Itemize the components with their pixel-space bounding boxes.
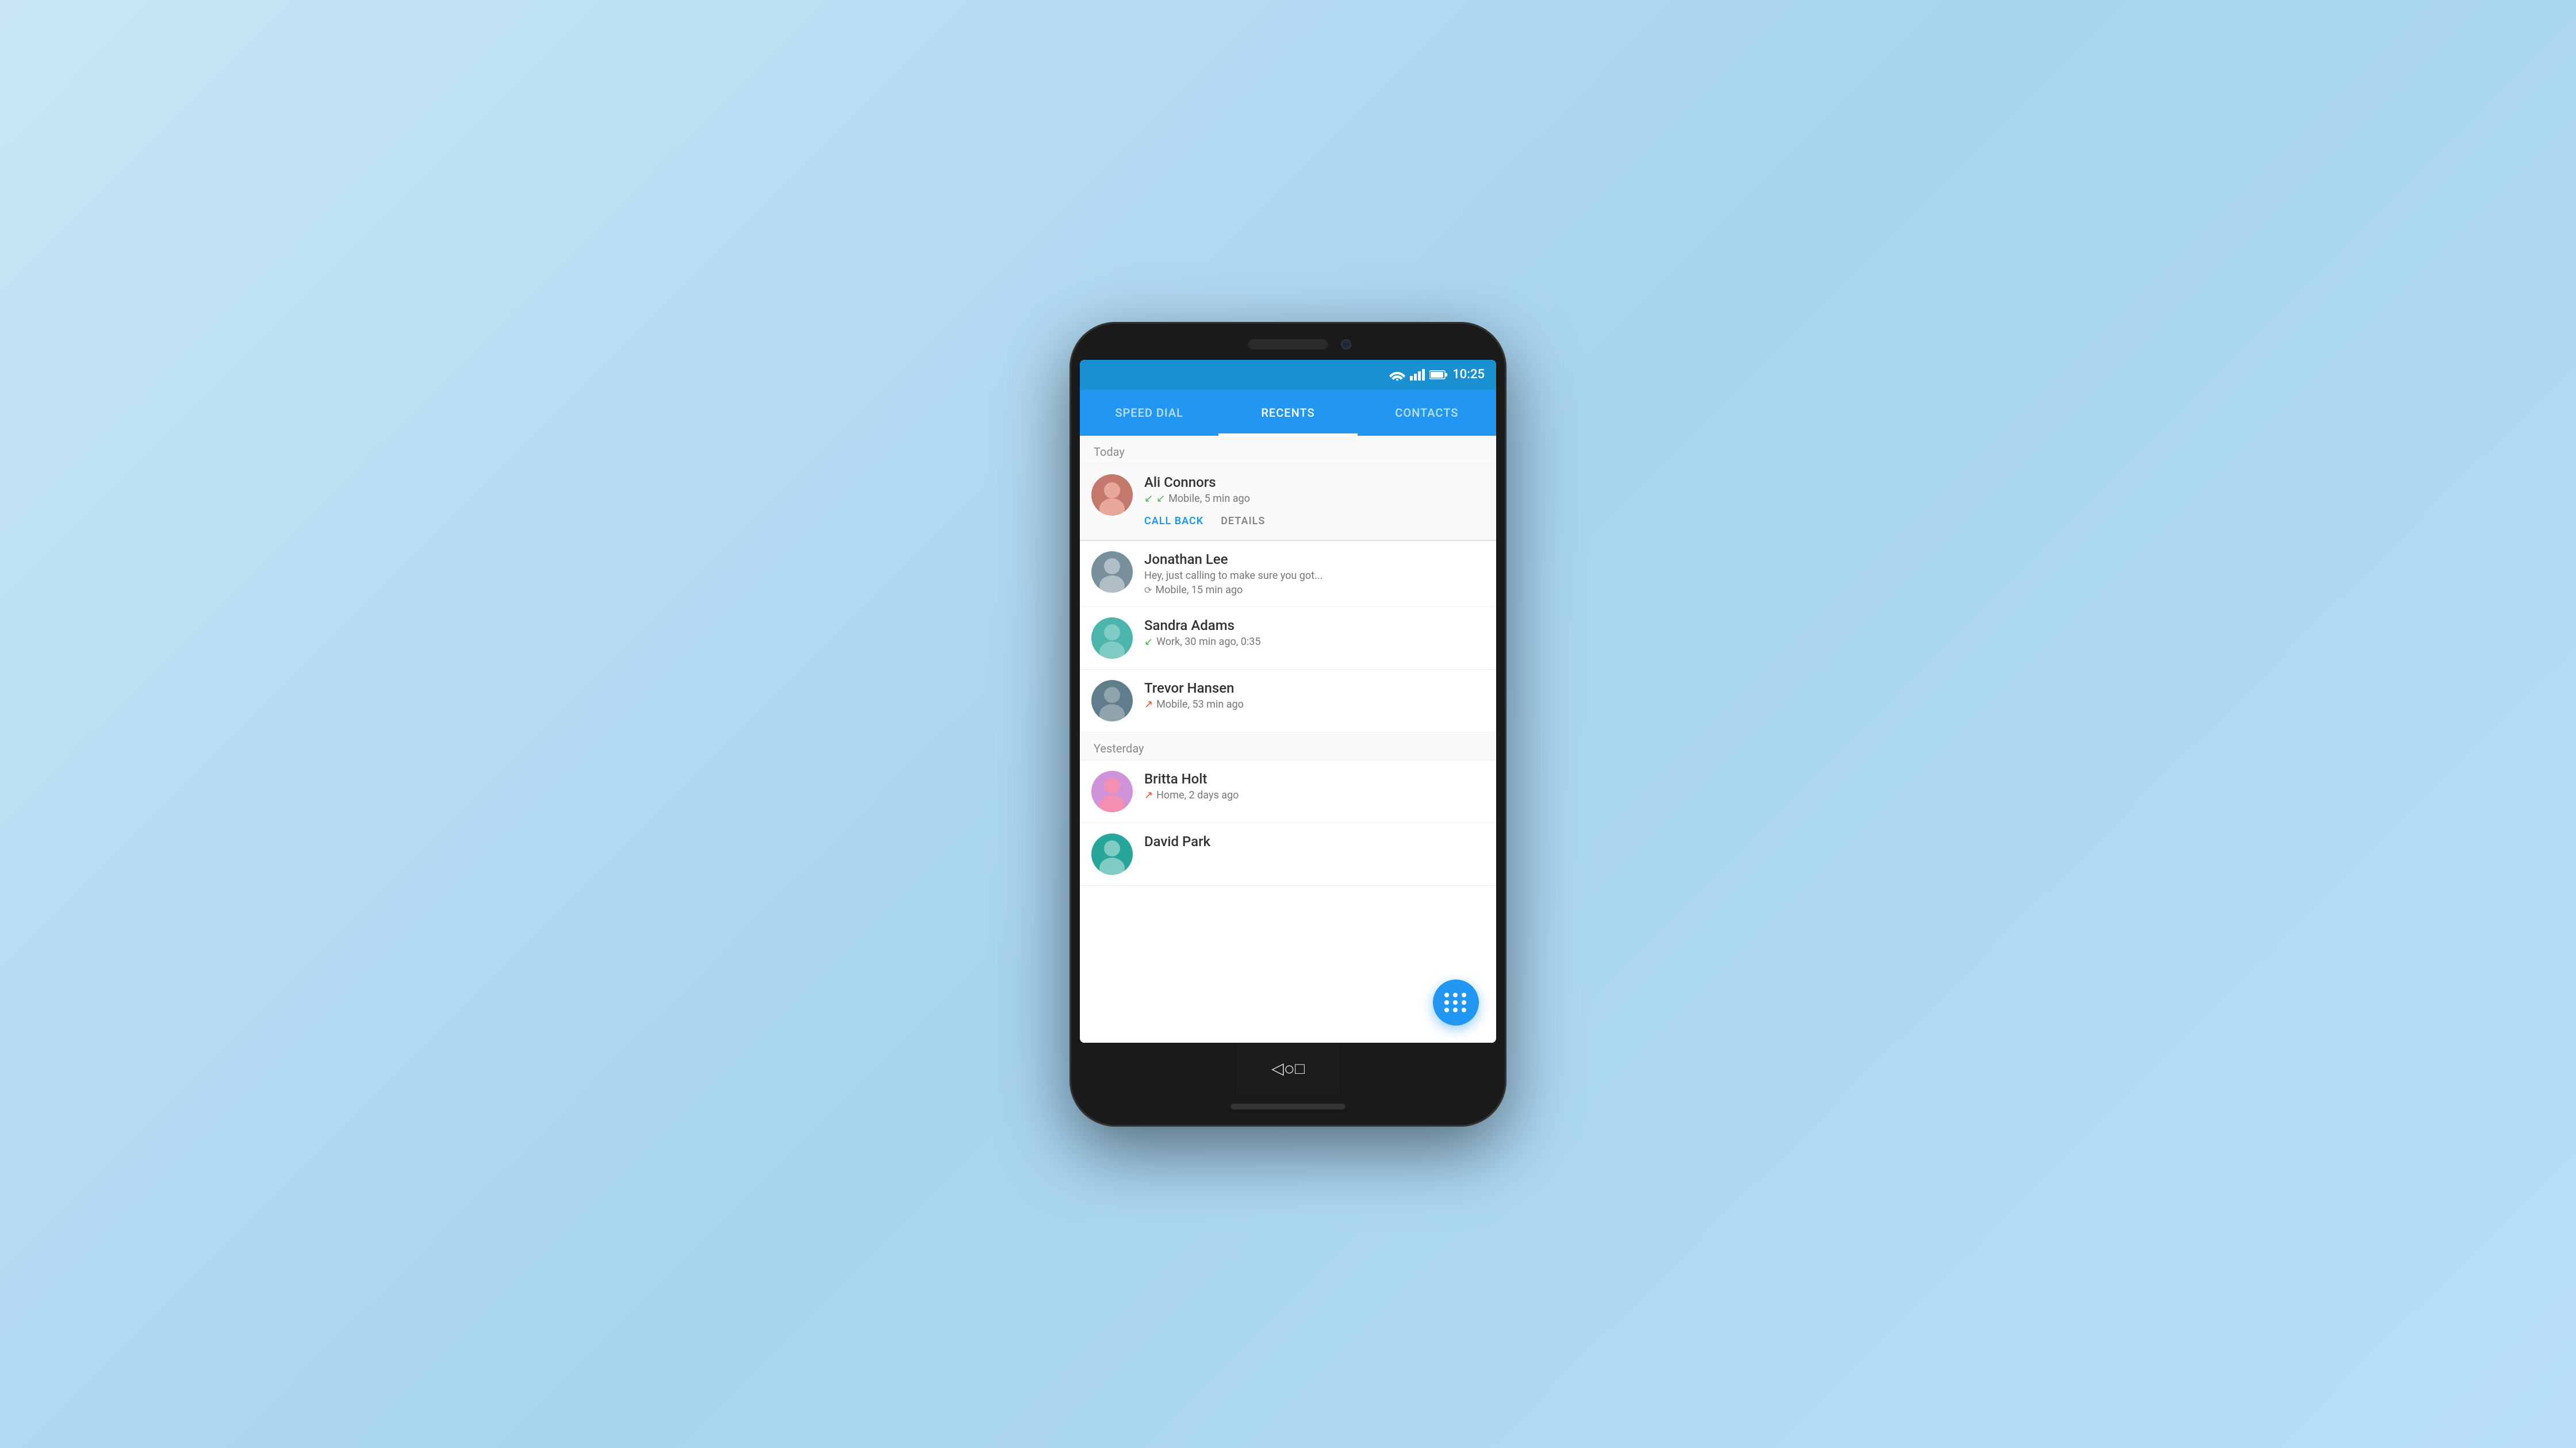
incoming-icon-ali2: ↙ xyxy=(1156,493,1165,505)
contact-detail-jonathan: ⟳ Mobile, 15 min ago xyxy=(1144,584,1485,596)
contact-name-trevor: Trevor Hansen xyxy=(1144,680,1485,696)
contact-item-jonathan[interactable]: Jonathan Lee Hey, just calling to make s… xyxy=(1080,541,1496,607)
section-yesterday-header: Yesterday xyxy=(1080,732,1496,761)
avatar-ali xyxy=(1091,474,1133,516)
status-bar: 10:25 xyxy=(1080,360,1496,390)
contact-item-sandra[interactable]: Sandra Adams ↙ Work, 30 min ago, 0:35 xyxy=(1080,607,1496,670)
outgoing-icon-trevor: ↗ xyxy=(1144,698,1153,710)
contact-name-jonathan: Jonathan Lee xyxy=(1144,551,1485,567)
dialpad-fab[interactable] xyxy=(1433,980,1479,1025)
status-time: 10:25 xyxy=(1452,367,1485,382)
contact-info-britta: Britta Holt ↗ Home, 2 days ago xyxy=(1144,771,1485,801)
incoming-icon-ali: ↙ xyxy=(1144,493,1153,505)
contact-item-ali[interactable]: Ali Connors ↙ ↙ Mobile, 5 min ago CALL B… xyxy=(1080,464,1496,541)
wifi-icon xyxy=(1389,369,1405,381)
battery-icon xyxy=(1429,370,1448,380)
contact-item-trevor[interactable]: Trevor Hansen ↗ Mobile, 53 min ago xyxy=(1080,670,1496,732)
voicemail-icon-jonathan: ⟳ xyxy=(1144,585,1152,596)
tab-contacts[interactable]: CONTACTS xyxy=(1358,390,1496,436)
avatar-trevor xyxy=(1091,680,1133,721)
phone-speaker xyxy=(1248,339,1328,349)
avatar-jonathan xyxy=(1091,551,1133,593)
details-button[interactable]: DETAILS xyxy=(1221,513,1265,529)
back-button[interactable]: ◁ xyxy=(1271,1059,1284,1078)
section-today-header: Today xyxy=(1080,436,1496,464)
status-icons: 10:25 xyxy=(1389,367,1485,382)
contact-voicemail-jonathan: Hey, just calling to make sure you got..… xyxy=(1144,570,1485,582)
contact-info-ali: Ali Connors ↙ ↙ Mobile, 5 min ago CALL B… xyxy=(1144,474,1485,529)
contact-detail-trevor: ↗ Mobile, 53 min ago xyxy=(1144,698,1485,710)
avatar-britta xyxy=(1091,771,1133,812)
call-back-button[interactable]: CALL BACK xyxy=(1144,513,1203,529)
avatar-david xyxy=(1091,834,1133,875)
contact-detail-sandra: ↙ Work, 30 min ago, 0:35 xyxy=(1144,636,1485,648)
contact-item-david[interactable]: David Park xyxy=(1080,823,1496,886)
outgoing-icon-britta: ↗ xyxy=(1144,789,1153,801)
recents-button[interactable]: □ xyxy=(1295,1059,1305,1078)
fab-icon xyxy=(1444,993,1467,1012)
phone-camera xyxy=(1341,339,1351,349)
contact-name-britta: Britta Holt xyxy=(1144,771,1485,787)
contact-name-david: David Park xyxy=(1144,834,1485,850)
contact-item-britta[interactable]: Britta Holt ↗ Home, 2 days ago xyxy=(1080,761,1496,823)
expanded-actions-ali: CALL BACK DETAILS xyxy=(1144,513,1485,529)
contact-info-sandra: Sandra Adams ↙ Work, 30 min ago, 0:35 xyxy=(1144,617,1485,648)
phone-bottom-bar xyxy=(1230,1104,1346,1109)
avatar-sandra xyxy=(1091,617,1133,659)
contact-info-david: David Park xyxy=(1144,834,1485,852)
tab-bar: SPEED DIAL RECENTS CONTACTS xyxy=(1080,390,1496,436)
navigation-bar: ◁ ○ □ xyxy=(1237,1043,1339,1094)
home-button[interactable]: ○ xyxy=(1284,1058,1295,1080)
signal-icon xyxy=(1410,369,1425,381)
tab-speed-dial[interactable]: SPEED DIAL xyxy=(1080,390,1218,436)
phone-device: 10:25 SPEED DIAL RECENTS CONTACTS Today xyxy=(1070,322,1506,1127)
contact-info-trevor: Trevor Hansen ↗ Mobile, 53 min ago xyxy=(1144,680,1485,710)
tab-recents[interactable]: RECENTS xyxy=(1218,390,1357,436)
contact-info-jonathan: Jonathan Lee Hey, just calling to make s… xyxy=(1144,551,1485,596)
contact-name-sandra: Sandra Adams xyxy=(1144,617,1485,633)
contact-detail-britta: ↗ Home, 2 days ago xyxy=(1144,789,1485,801)
contact-name-ali: Ali Connors xyxy=(1144,474,1485,490)
incoming-icon-sandra: ↙ xyxy=(1144,636,1153,648)
content-area: Today Ali Connors ↙ ↙ Mobile, 5 m xyxy=(1080,436,1496,1043)
contact-detail-ali: ↙ ↙ Mobile, 5 min ago xyxy=(1144,493,1485,505)
phone-screen: 10:25 SPEED DIAL RECENTS CONTACTS Today xyxy=(1080,360,1496,1043)
